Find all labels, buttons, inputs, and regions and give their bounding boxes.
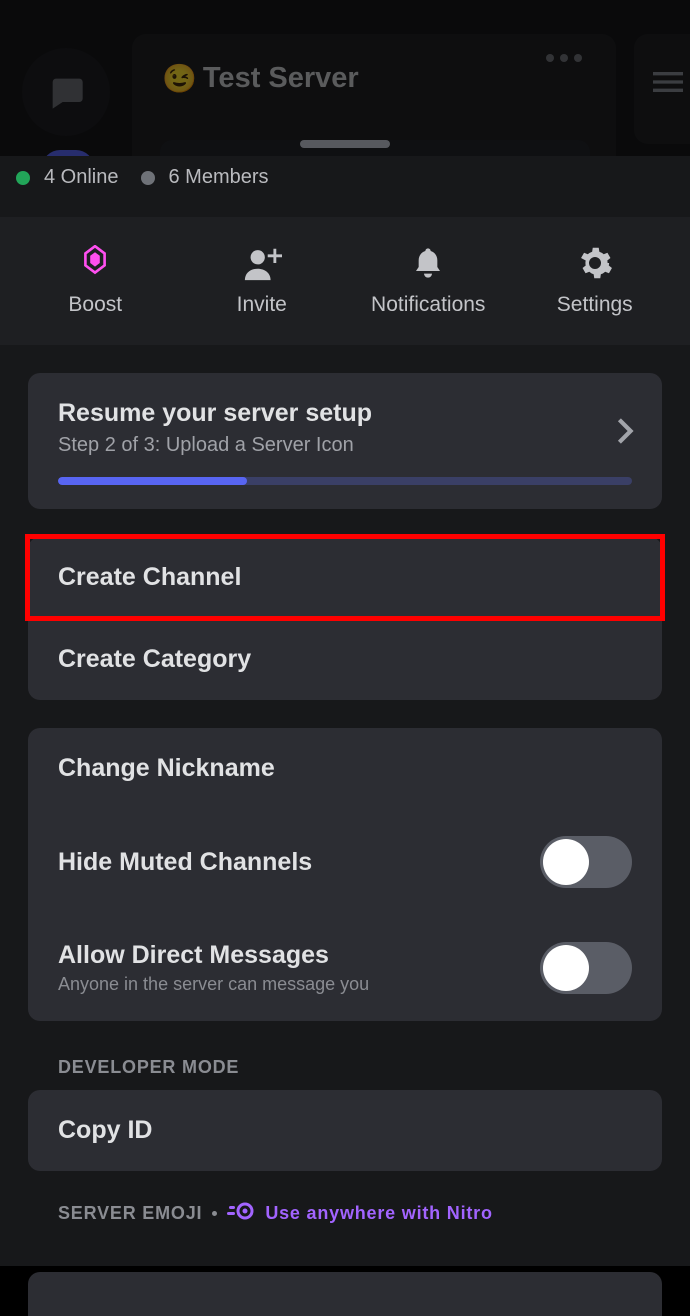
allow-dm-sublabel: Anyone in the server can message you bbox=[58, 974, 369, 995]
invite-label: Invite bbox=[237, 293, 287, 317]
setup-card[interactable]: Resume your server setup Step 2 of 3: Up… bbox=[28, 373, 662, 509]
allow-dm-label: Allow Direct Messages bbox=[58, 941, 329, 969]
invite-action[interactable]: Invite bbox=[179, 243, 346, 317]
quick-actions-row: Boost Invite Notifications Settings bbox=[0, 217, 690, 345]
settings-label: Settings bbox=[557, 293, 633, 317]
gear-icon bbox=[577, 243, 613, 283]
bell-icon bbox=[412, 243, 444, 283]
developer-mode-header: DEVELOPER MODE bbox=[28, 1049, 662, 1090]
online-indicator-icon bbox=[16, 171, 30, 185]
setup-progress-bar bbox=[58, 477, 632, 485]
server-emoji-card-peek bbox=[28, 1272, 662, 1316]
create-channel-item[interactable]: Create Channel bbox=[28, 537, 662, 618]
copy-id-label: Copy ID bbox=[58, 1116, 152, 1145]
allow-dm-toggle[interactable] bbox=[540, 942, 632, 994]
hide-muted-toggle[interactable] bbox=[540, 836, 632, 888]
channel-actions-card: Create Channel Create Category bbox=[28, 537, 662, 700]
setup-progress-fill bbox=[58, 477, 247, 485]
user-settings-card: Change Nickname Hide Muted Channels Allo… bbox=[28, 728, 662, 1021]
boost-action[interactable]: Boost bbox=[12, 243, 179, 317]
create-channel-label: Create Channel bbox=[58, 563, 241, 592]
allow-dm-item: Allow Direct Messages Anyone in the serv… bbox=[28, 914, 662, 1021]
developer-card: Copy ID bbox=[28, 1090, 662, 1171]
server-options-sheet: 4 Online 6 Members Boost Invite Notifica… bbox=[0, 156, 690, 1227]
change-nickname-label: Change Nickname bbox=[58, 754, 275, 783]
server-emoji-header: SERVER EMOJI Use anywhere with Nitro bbox=[28, 1193, 662, 1238]
members-count: 6 Members bbox=[169, 166, 269, 189]
bullet-separator bbox=[212, 1211, 217, 1216]
notifications-action[interactable]: Notifications bbox=[345, 243, 512, 317]
create-category-item[interactable]: Create Category bbox=[28, 618, 662, 700]
sheet-handle[interactable] bbox=[300, 140, 390, 148]
online-count: 4 Online bbox=[44, 166, 119, 189]
setup-step: Step 2 of 3: Upload a Server Icon bbox=[58, 434, 632, 457]
server-emoji-label: SERVER EMOJI bbox=[58, 1203, 202, 1224]
chevron-right-icon bbox=[616, 417, 634, 450]
setup-title: Resume your server setup bbox=[58, 399, 632, 428]
hide-muted-label: Hide Muted Channels bbox=[58, 848, 312, 877]
copy-id-item[interactable]: Copy ID bbox=[28, 1090, 662, 1171]
boost-label: Boost bbox=[68, 293, 122, 317]
developer-mode-label: DEVELOPER MODE bbox=[58, 1057, 239, 1078]
invite-icon bbox=[242, 243, 282, 283]
sheet-content: Resume your server setup Step 2 of 3: Up… bbox=[0, 345, 690, 1266]
nitro-icon bbox=[227, 1201, 255, 1226]
members-indicator-icon bbox=[141, 171, 155, 185]
notifications-label: Notifications bbox=[371, 293, 485, 317]
nitro-text[interactable]: Use anywhere with Nitro bbox=[265, 1203, 492, 1224]
boost-icon bbox=[80, 243, 110, 283]
presence-stats: 4 Online 6 Members bbox=[0, 156, 690, 189]
create-category-label: Create Category bbox=[58, 645, 251, 674]
hide-muted-item: Hide Muted Channels bbox=[28, 809, 662, 914]
change-nickname-item[interactable]: Change Nickname bbox=[28, 728, 662, 809]
settings-action[interactable]: Settings bbox=[512, 243, 679, 317]
